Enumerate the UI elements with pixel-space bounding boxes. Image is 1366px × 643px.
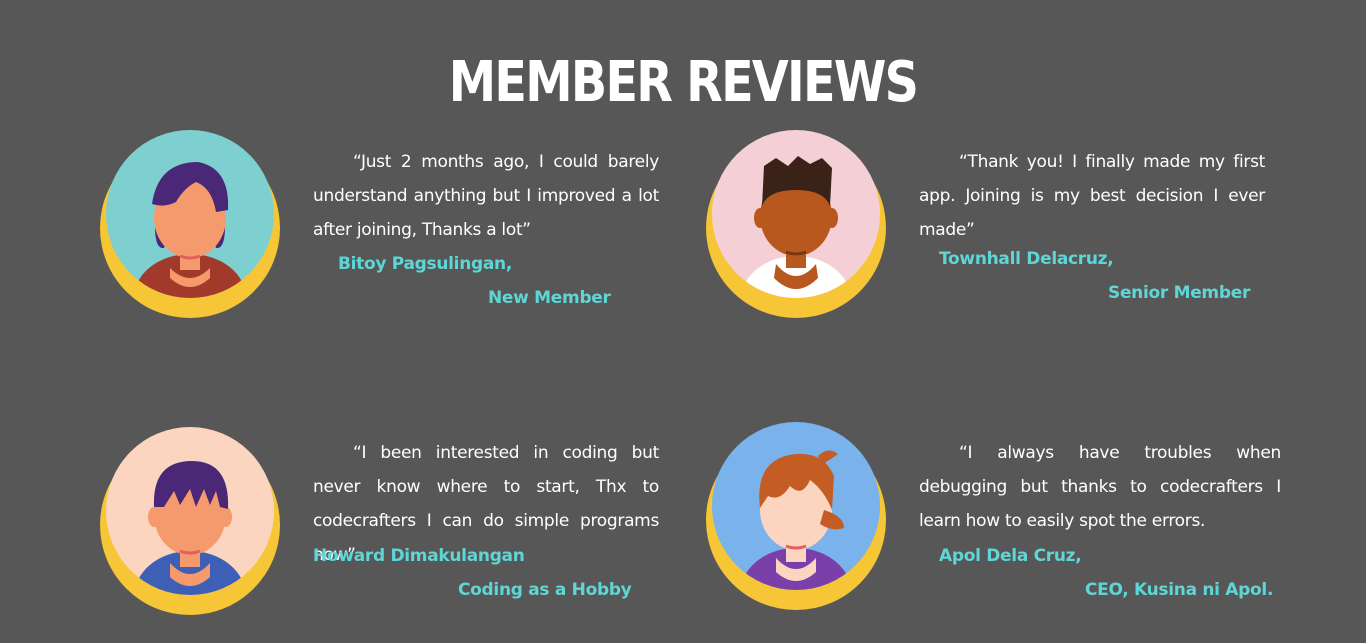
reviewer-name: Townhall Delacruz,: [939, 249, 1114, 269]
review-quote: “Thank you! I finally made my first app.…: [919, 152, 1265, 240]
reviewer-name: Apol Dela Cruz,: [939, 546, 1082, 566]
reviewer-name: Bitoy Pagsulingan,: [338, 254, 513, 274]
section-title: MEMBER REVIEWS: [448, 50, 919, 115]
reviewer-role: New Member: [488, 288, 611, 308]
avatar-howard: [100, 425, 280, 615]
avatar-apol: [706, 420, 886, 610]
reviewer-role: Coding as a Hobby: [458, 580, 632, 600]
avatar-bitoy: [100, 128, 280, 318]
male-avatar-icon: [100, 427, 280, 615]
review-quote: “Just 2 months ago, I could barely under…: [313, 152, 659, 240]
reviewer-role: Senior Member: [1108, 283, 1251, 303]
female-avatar-icon: [100, 130, 280, 318]
avatar-townhall: [706, 128, 886, 318]
member-reviews-section: MEMBER REVIEWS “Just 2 months ago, I cou…: [0, 0, 1366, 643]
reviewer-role: CEO, Kusina ni Apol.: [1085, 580, 1274, 600]
female-avatar-icon: [706, 422, 886, 610]
review-quote: “I always have troubles when debugging b…: [919, 443, 1281, 531]
reviewer-name: Howard Dimakulangan: [313, 546, 525, 566]
male-avatar-icon: [706, 130, 886, 318]
